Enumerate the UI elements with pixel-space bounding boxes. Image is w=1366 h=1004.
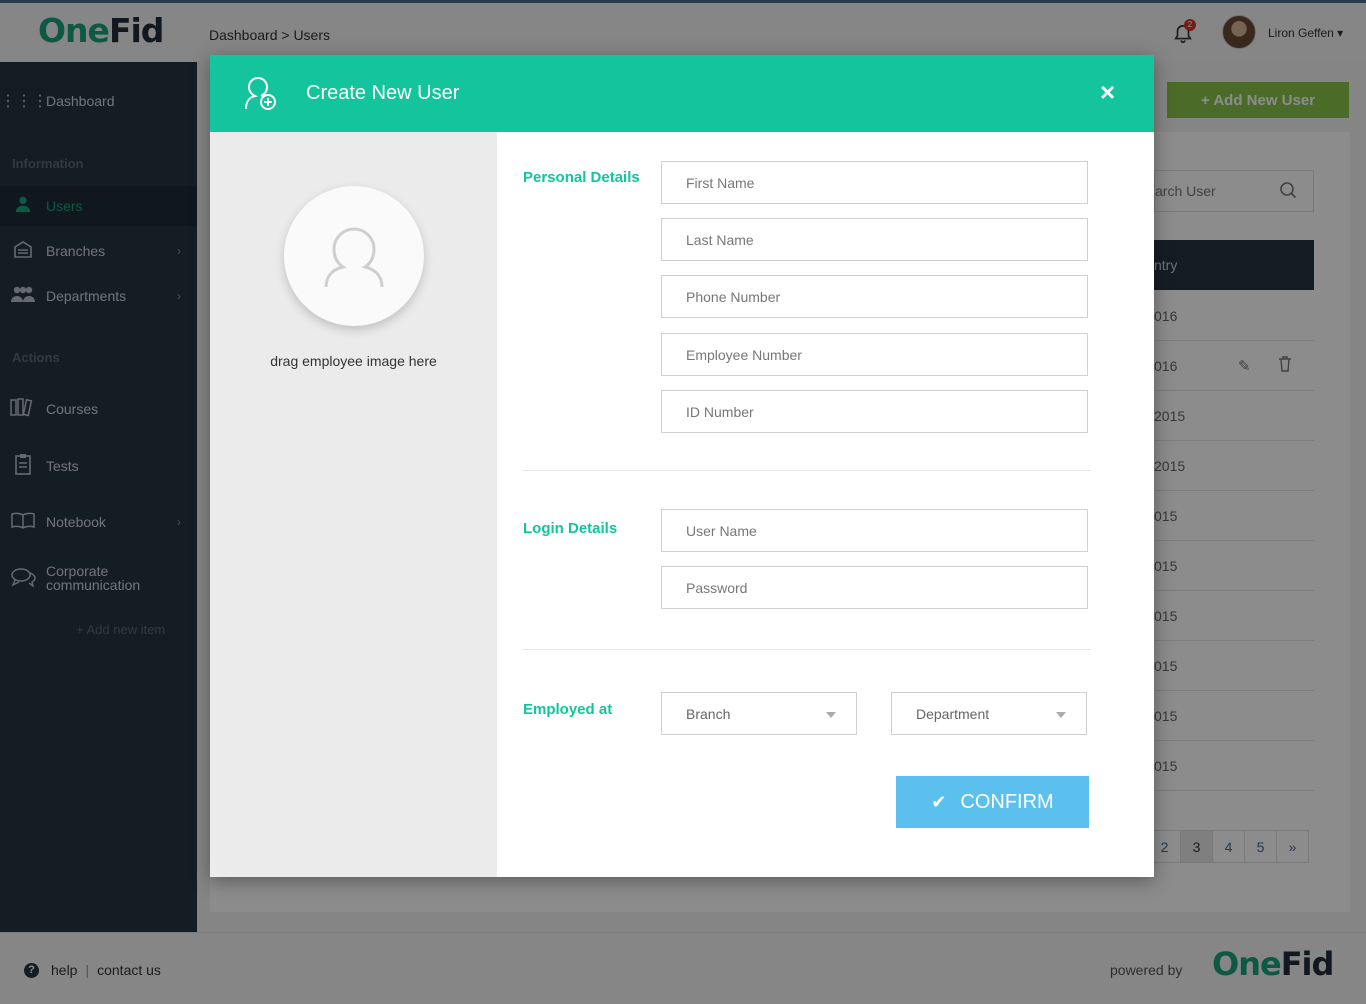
dialog-title: Create New User [306,82,460,104]
username-field[interactable] [661,509,1088,552]
avatar-placeholder[interactable] [284,186,424,326]
department-select-value: Department [916,705,990,722]
drag-image-hint: drag employee image here [270,353,437,369]
password-field[interactable] [661,566,1088,609]
first-name-field[interactable] [661,161,1088,204]
create-user-dialog: Create New User × drag employee image he… [210,55,1154,877]
image-drop-zone[interactable]: drag employee image here [210,132,497,877]
personal-details-label: Personal Details [523,169,640,186]
close-icon[interactable]: × [1100,77,1115,107]
department-select[interactable]: Department [891,692,1087,735]
add-user-icon [245,76,276,110]
confirm-label: CONFIRM [960,790,1054,813]
caret-down-icon [1056,712,1066,718]
branch-select[interactable]: Branch [661,692,857,735]
confirm-button[interactable]: ✔ CONFIRM [896,776,1089,828]
dialog-header: Create New User × [210,55,1154,132]
section-divider [523,649,1091,650]
phone-number-field[interactable] [661,275,1088,318]
checkmark-icon: ✔ [931,791,947,812]
id-number-field[interactable] [661,390,1088,433]
branch-select-value: Branch [686,705,731,722]
section-divider [523,470,1091,471]
caret-down-icon [826,712,836,718]
employee-number-field[interactable] [661,333,1088,376]
employed-at-label: Employed at [523,701,613,718]
user-outline-icon [324,227,384,288]
last-name-field[interactable] [661,218,1088,261]
login-details-label: Login Details [523,520,618,537]
